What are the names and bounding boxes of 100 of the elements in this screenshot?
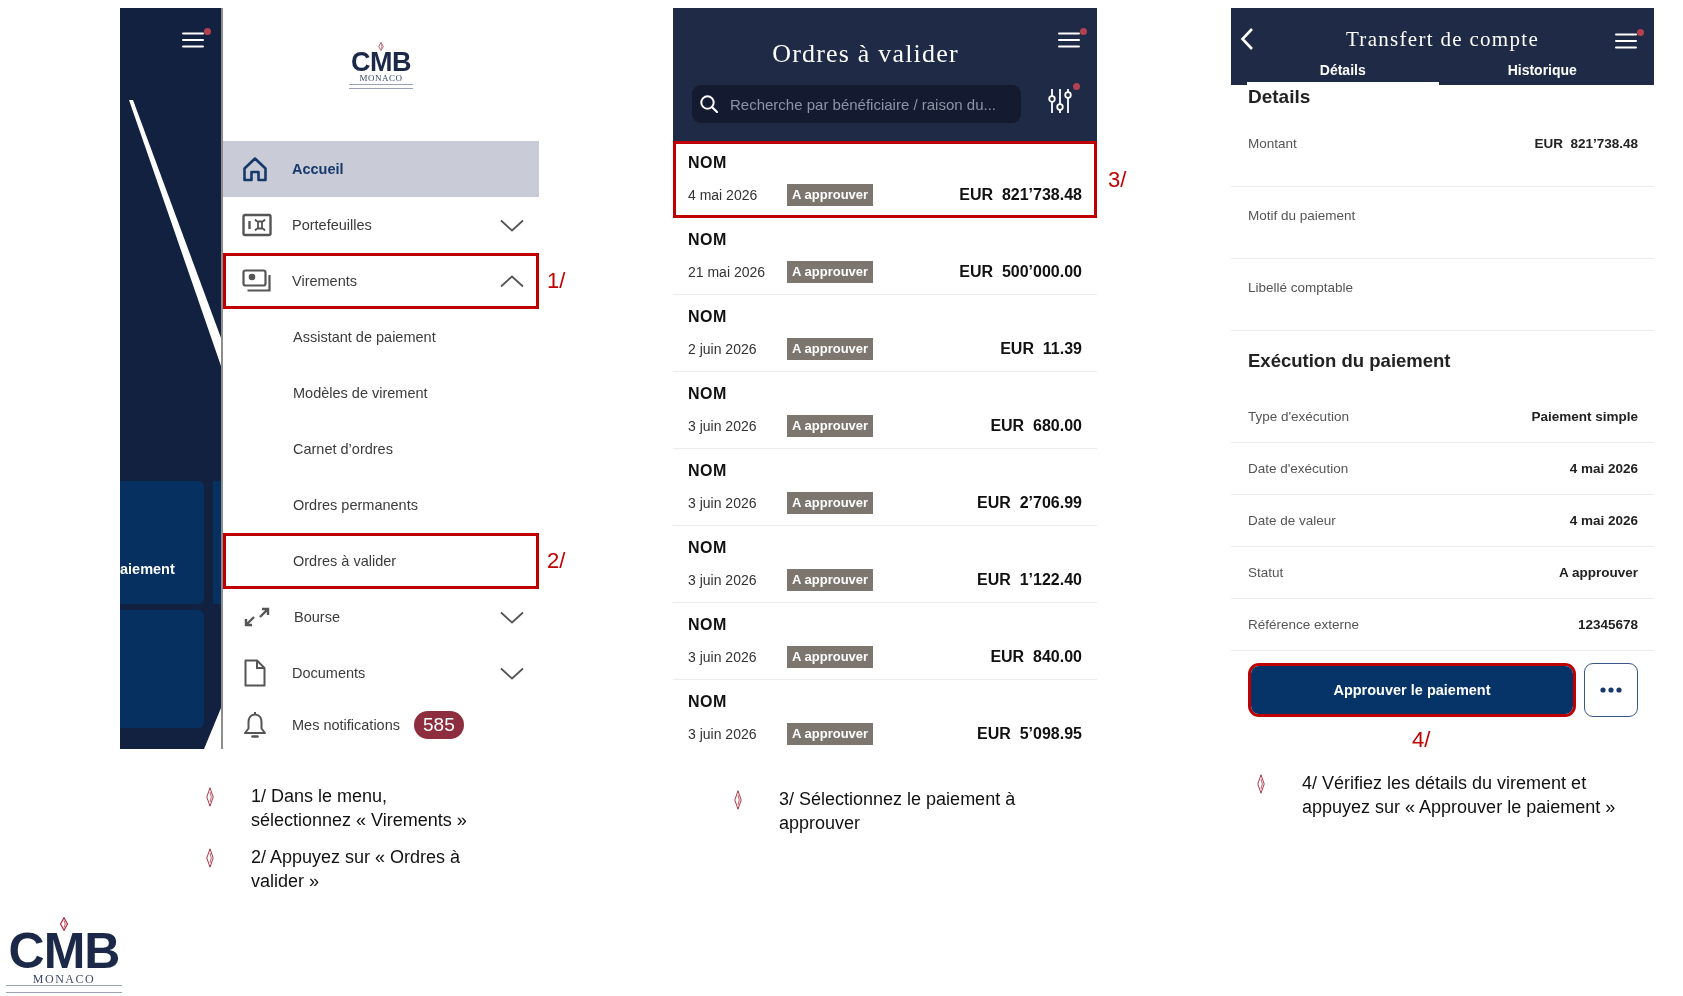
order-amount: EUR 11.39 (1000, 340, 1082, 358)
shortcut-tile[interactable]: aiement (120, 481, 204, 604)
menu-item[interactable]: Bourse (223, 589, 539, 645)
field-label: Montant (1248, 135, 1297, 153)
logo-subtitle: MONACO (359, 73, 403, 83)
diamond-icon (206, 848, 214, 868)
order-amount: EUR 500’000.00 (959, 263, 1082, 281)
payee-name: NOM (688, 615, 727, 635)
order-amount: EUR 840.00 (990, 648, 1082, 666)
field-value: 4 mai 2026 (1569, 459, 1638, 478)
field-value: 12345678 (1577, 615, 1638, 634)
instruction-text: 4/ Vérifiez les détails du virement et appuyez sur « Approuver le paiement » (1302, 772, 1617, 819)
status-tag: A approuver (787, 415, 874, 437)
field-label: Motif du paiement (1248, 207, 1356, 225)
menu-icon (182, 32, 204, 48)
menu-item[interactable]: Portefeuilles (223, 197, 539, 253)
order-date: 3 juin 2026 (688, 649, 757, 665)
submenu-item[interactable]: Modèles de virement (223, 365, 539, 421)
diamond-icon (206, 787, 214, 807)
order-date: 3 juin 2026 (688, 726, 757, 742)
field-value: A approuver (1558, 563, 1638, 582)
payee-name: NOM (688, 461, 727, 481)
field-value: Paiement simple (1531, 407, 1638, 426)
logo-underline (349, 84, 413, 89)
more-button[interactable] (1584, 663, 1638, 717)
more-icon (1600, 687, 1622, 693)
notification-count: 585 (414, 711, 464, 739)
tab[interactable]: Historique (1446, 52, 1638, 85)
status-tag: A approuver (787, 338, 874, 360)
back-button[interactable] (1240, 27, 1254, 51)
section-heading: Exécution du paiement (1248, 350, 1451, 372)
callout-number: 3/ (1108, 166, 1127, 193)
menu-item[interactable]: Mes notifications 585 (223, 701, 539, 749)
submenu-item[interactable]: Ordres à valider (223, 533, 539, 589)
field-value: 4 mai 2026 (1569, 511, 1638, 530)
menu-button[interactable] (182, 28, 211, 48)
status-tag: A approuver (787, 646, 874, 668)
submenu-item[interactable]: Assistant de paiement (223, 309, 539, 365)
screen-title: Ordres à valider (771, 38, 960, 70)
instruction-text: 2/ Appuyez sur « Ordres à valider » (251, 846, 462, 893)
diamond-icon (734, 790, 742, 810)
callout-number: 2/ (547, 548, 566, 574)
screen-title: Transfert de compte (1344, 26, 1541, 52)
order-amount: EUR 821’738.48 (959, 186, 1082, 204)
instruction-text: 3/ Sélectionnez le paiement à approuver (779, 788, 1017, 835)
field-value: EUR 821’738.48 (1534, 135, 1638, 153)
banknotes-icon (242, 269, 272, 293)
sliders-icon (1048, 88, 1072, 114)
search-icon (700, 95, 718, 113)
order-amount: EUR 1’122.40 (977, 571, 1082, 589)
payee-name: NOM (688, 538, 727, 558)
menu-item[interactable]: Virements (223, 253, 539, 309)
callout-number: 4/ (1412, 727, 1431, 753)
diamond-icon (59, 917, 69, 931)
diamond-icon (1257, 774, 1265, 794)
field-label: Date de valeur (1248, 511, 1336, 530)
field-label: Date d'exécution (1248, 459, 1349, 478)
order-date: 3 juin 2026 (688, 572, 757, 588)
submenu-item[interactable]: Carnet d’ordres (223, 421, 539, 477)
status-tag: A approuver (787, 261, 874, 283)
menu-item[interactable]: Documents (223, 645, 539, 701)
safe-icon (242, 213, 272, 237)
diamond-icon (378, 42, 384, 51)
status-tag: A approuver (787, 184, 874, 206)
menu-item[interactable]: Accueil (223, 141, 539, 197)
field-label: Type d'exécution (1248, 407, 1349, 426)
home-icon (242, 156, 268, 182)
order-amount: EUR 2’706.99 (977, 494, 1082, 512)
instruction-text: 1/ Dans le menu, sélectionnez « Virements » (251, 785, 468, 832)
status-tag: A approuver (787, 723, 874, 745)
order-date: 3 juin 2026 (688, 418, 757, 434)
filter-button[interactable] (1048, 83, 1080, 114)
order-amount: EUR 680.00 (990, 417, 1082, 435)
arrows-icon (244, 607, 270, 627)
search-field[interactable]: Recherche par bénéficiaire / raison du... (692, 85, 1021, 123)
callout-number: 1/ (547, 268, 566, 294)
order-date: 21 mai 2026 (688, 264, 766, 280)
logo-wordmark: CMB (8, 931, 120, 971)
back-icon (1240, 27, 1254, 51)
order-date: 4 mai 2026 (688, 187, 758, 203)
payee-name: NOM (688, 153, 727, 173)
bell-icon (243, 711, 267, 739)
status-tag: A approuver (787, 492, 874, 514)
submenu-item[interactable]: Ordres permanents (223, 477, 539, 533)
logo-subtitle: MONACO (32, 973, 96, 985)
menu-button[interactable] (1615, 29, 1644, 49)
payee-name: NOM (688, 384, 727, 404)
order-amount: EUR 5’098.95 (977, 725, 1082, 743)
logo-wordmark: CMB (351, 51, 411, 73)
document-icon (244, 659, 266, 687)
field-label: Référence externe (1248, 615, 1360, 634)
field-label: Libellé comptable (1248, 279, 1354, 297)
menu-icon (1615, 33, 1637, 49)
menu-button[interactable] (1058, 28, 1087, 48)
shortcut-tile[interactable] (120, 610, 204, 728)
order-date: 3 juin 2026 (688, 495, 757, 511)
approve-button[interactable]: Approuver le paiement (1251, 666, 1573, 714)
menu-icon (1058, 32, 1080, 48)
payee-name: NOM (688, 230, 727, 250)
tab[interactable]: Détails (1247, 52, 1439, 85)
